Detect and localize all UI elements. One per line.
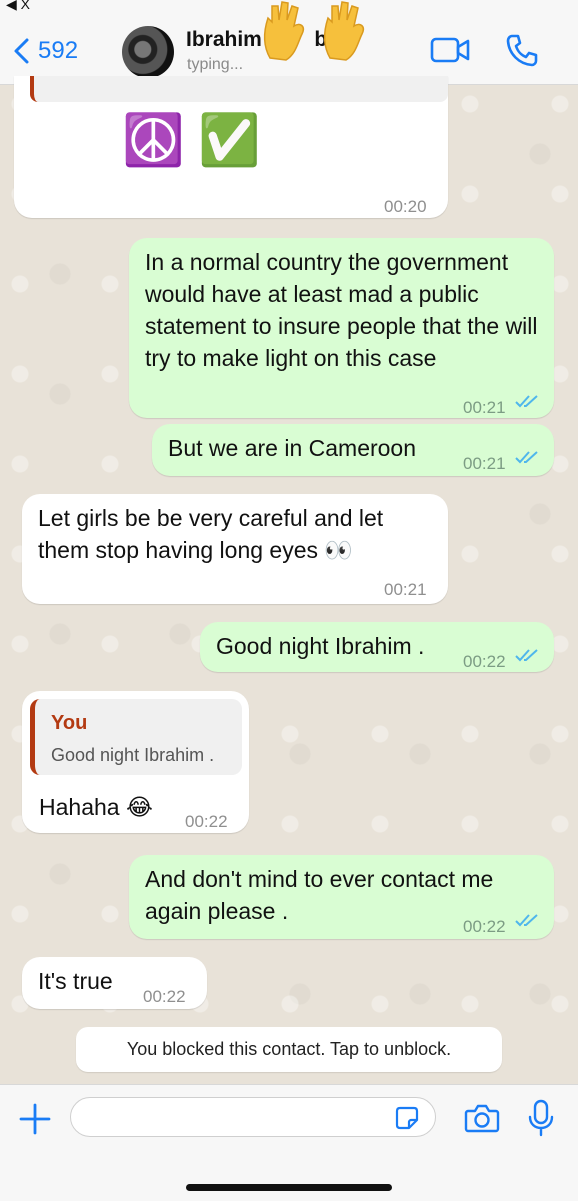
status-bar-back[interactable]: ◀ X [6,0,30,13]
composer-bar [0,1084,578,1201]
message-text: ☮️ ✅ [122,112,261,168]
avatar[interactable] [122,26,174,78]
plus-icon[interactable] [18,1102,52,1136]
message-time: 00:22 [185,812,228,831]
read-ticks-icon [515,914,538,927]
home-indicator [186,1184,392,1191]
message-bubble-incoming[interactable]: It's true 00:22 [22,957,207,1009]
microphone-icon[interactable] [526,1099,556,1137]
video-call-icon[interactable] [430,34,470,66]
sticker-icon[interactable] [394,1105,420,1131]
phone-icon[interactable] [504,32,540,68]
message-bubble-incoming[interactable]: Let girls be be very careful and let the… [22,494,448,604]
message-time: 00:21 [384,580,427,599]
message-bubble-outgoing[interactable]: Good night Ibrahim . 00:22 [200,622,554,672]
message-bubble-incoming[interactable]: You Good night Ibrahim . Hahaha 😂 00:22 [22,691,249,833]
waving-hands-icon [263,1,365,61]
reply-quote[interactable]: You Good night Ibrahim . [30,699,242,775]
message-input[interactable] [70,1097,436,1137]
contact-status: typing... [187,56,244,73]
message-time: 00:22 [143,987,186,1006]
message-bubble-outgoing[interactable]: In a normal country the government would… [129,238,554,418]
blocked-contact-notice[interactable]: You blocked this contact. Tap to unblock… [76,1027,502,1072]
message-text: Hahaha 😂 [39,794,153,820]
message-time: 00:21 [463,398,506,417]
message-time: 00:21 [463,454,506,473]
message-time: 00:22 [463,917,506,936]
reply-author: You [51,712,88,734]
message-bubble-outgoing[interactable]: And don't mind to ever contact me again … [129,855,554,939]
chat-header: ◀ X 592 Ibrahim bi typing... [0,0,578,85]
message-bubble-incoming[interactable]: ☮️ ✅ 00:20 [14,76,448,218]
message-text: Let girls be be very careful and let the… [38,505,384,563]
reply-text: Good night Ibrahim . [51,745,215,765]
message-time: 00:20 [384,197,427,216]
quoted-media-fragment [30,76,448,102]
unread-count: 592 [38,37,79,64]
back-button[interactable]: 592 [12,34,78,68]
read-ticks-icon [515,395,538,408]
camera-icon[interactable] [464,1102,500,1134]
message-time: 00:22 [463,652,506,671]
read-ticks-icon [515,451,538,464]
message-bubble-outgoing[interactable]: But we are in Cameroon 00:21 [152,424,554,476]
read-ticks-icon [515,649,538,662]
message-text: In a normal country the government would… [145,249,538,371]
back-chevron-icon [14,38,29,64]
